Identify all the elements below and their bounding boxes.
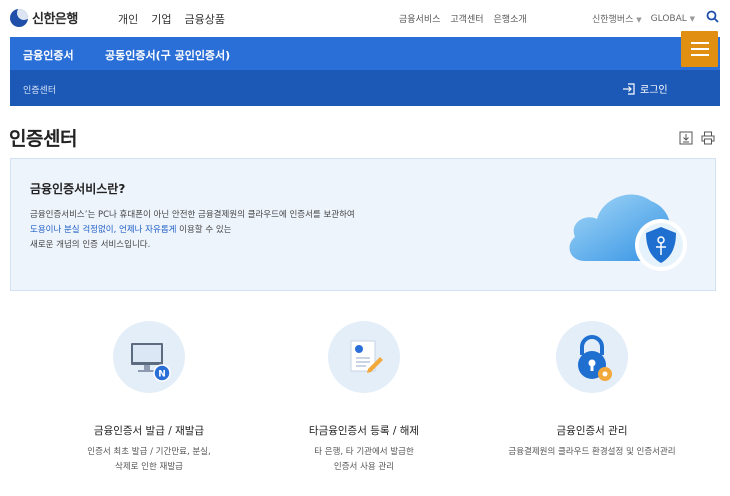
download-icon[interactable] <box>679 131 693 145</box>
family-site-label: 신한행버스 <box>592 15 634 25</box>
feature-description: 인증서 최초 발급 / 기간만료, 분실, 삭제로 인한 재발급 <box>87 447 211 472</box>
top-bar: 신한은행 개인 기업 금융상품 금융서비스 고객센터 은행소개 신한행버스 ▼ … <box>0 0 730 37</box>
feature-register[interactable]: 타금융인증서 등록 / 해제 타 은행, 타 기관에서 발급한 인증서 사용 관… <box>254 321 474 475</box>
nav-products[interactable]: 금융상품 <box>185 11 225 27</box>
svg-text:N: N <box>158 370 166 380</box>
global-select[interactable]: GLOBAL ▼ <box>651 14 695 24</box>
header-tab-bar: 금융인증서 공동인증서(구 공인인증서) <box>10 37 720 70</box>
utility-nav: 금융서비스 고객센터 은행소개 <box>399 12 527 25</box>
search-icon[interactable] <box>706 10 719 23</box>
info-highlight: 도용이나 분실 걱정없이, <box>30 225 117 235</box>
login-icon <box>623 82 635 95</box>
language-nav: 신한행버스 ▼ GLOBAL ▼ <box>592 12 695 26</box>
menu-bar <box>690 48 709 50</box>
main-nav: 개인 기업 금융상품 <box>118 11 225 27</box>
page-title: 인증센터 <box>9 128 77 150</box>
service-info-box: 금융인증서비스란? 금융인증서비스’는 PC나 휴대폰이 아닌 안전한 금융결제… <box>10 158 716 291</box>
brand-logo[interactable]: 신한은행 <box>10 8 78 27</box>
family-site-select[interactable]: 신한행버스 ▼ <box>592 12 642 25</box>
tab-joint-certificate[interactable]: 공동인증서(구 공인인증서) <box>105 47 230 63</box>
feature-description: 금융결제원의 클라우드 환경설정 및 인증서관리 <box>508 447 676 457</box>
nav-bank-intro[interactable]: 은행소개 <box>494 12 527 25</box>
feature-description: 타 은행, 타 기관에서 발급한 인증서 사용 관리 <box>314 447 414 472</box>
hamburger-menu-button[interactable] <box>681 31 718 67</box>
certificate-edit-icon <box>328 321 400 393</box>
menu-bar <box>690 54 709 56</box>
nav-customer-center[interactable]: 고객센터 <box>450 12 483 25</box>
computer-icon: N <box>113 321 185 393</box>
info-line: 새로운 개념의 인증 서비스입니다. <box>30 240 151 250</box>
print-icon[interactable] <box>701 131 715 145</box>
nav-personal[interactable]: 개인 <box>118 11 138 27</box>
nav-corporate[interactable]: 기업 <box>151 11 171 27</box>
lock-gear-icon <box>556 321 628 393</box>
chevron-down-icon: ▼ <box>636 16 642 24</box>
info-highlight: 언제나 자유롭게 <box>119 225 177 235</box>
login-button[interactable]: 로그인 <box>622 81 668 96</box>
info-title: 금융인증서비스란? <box>30 182 126 196</box>
chevron-down-icon: ▼ <box>689 14 696 23</box>
feature-title: 금융인증서 관리 <box>556 425 628 437</box>
info-line: 금융인증서비스’는 PC나 휴대폰이 아닌 안전한 금융결제원의 클라우드에 인… <box>30 210 355 220</box>
global-label: GLOBAL <box>650 13 687 24</box>
menu-bar <box>690 42 709 44</box>
breadcrumb[interactable]: 인증센터 <box>23 83 56 96</box>
feature-title: 타금융인증서 등록 / 해제 <box>308 425 420 437</box>
feature-issue[interactable]: N 금융인증서 발급 / 재발급 인증서 최초 발급 / 기간만료, 분실, 삭… <box>39 321 259 475</box>
info-text: 이용할 수 있는 <box>179 225 232 235</box>
feature-manage[interactable]: 금융인증서 관리 금융결제원의 클라우드 환경설정 및 인증서관리 <box>482 321 702 460</box>
nav-financial-services[interactable]: 금융서비스 <box>399 12 440 25</box>
info-line: 도용이나 분실 걱정없이, 언제나 자유롭게 이용할 수 있는 <box>30 223 232 235</box>
login-label: 로그인 <box>640 85 668 96</box>
feature-title: 금융인증서 발급 / 재발급 <box>93 425 205 437</box>
sub-header-bar: 인증센터 로그인 <box>10 70 720 106</box>
cloud-security-icon <box>569 194 687 271</box>
brand-name: 신한은행 <box>32 12 78 27</box>
shinhan-logo-icon <box>10 8 28 27</box>
tab-financial-certificate[interactable]: 금융인증서 <box>23 47 74 63</box>
